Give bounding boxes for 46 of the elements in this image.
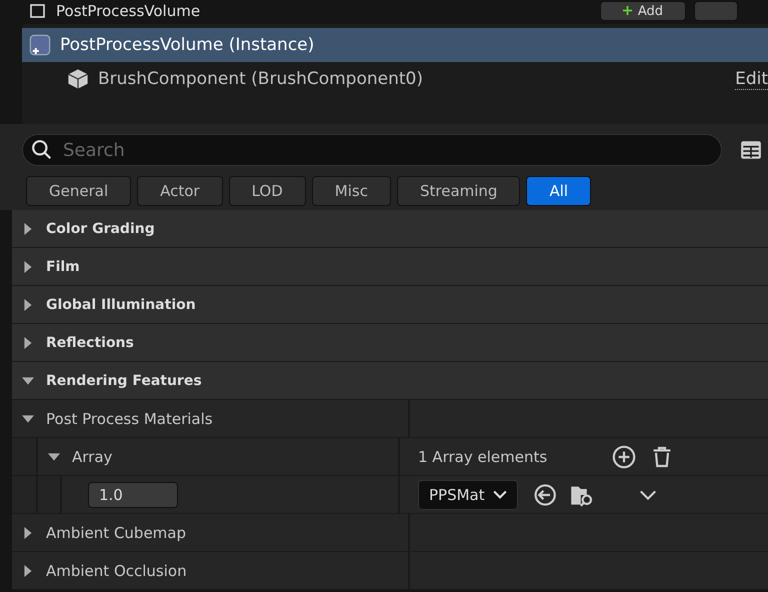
expander-icon[interactable] — [22, 298, 34, 310]
search-field[interactable]: Search — [22, 134, 722, 166]
edit-link[interactable]: Edit — [735, 68, 768, 90]
property-label: Post Process Materials — [46, 410, 213, 428]
category-header[interactable]: Film — [12, 248, 768, 286]
asset-dropdown[interactable]: PPSMat — [418, 480, 518, 510]
expander-icon[interactable] — [48, 450, 60, 462]
category-header[interactable]: Color Grading — [12, 210, 768, 248]
filter-tab[interactable]: All — [526, 176, 592, 206]
expander-icon[interactable] — [22, 526, 34, 538]
cube-icon — [28, 33, 52, 57]
expander-icon[interactable] — [22, 564, 34, 576]
filter-tab[interactable]: Actor — [137, 176, 223, 206]
property-label: Ambient Cubemap — [46, 524, 186, 542]
property-label: Array — [72, 448, 112, 466]
plus-icon — [622, 6, 632, 14]
volume-icon — [30, 3, 46, 19]
filter-tab[interactable]: Streaming — [396, 176, 520, 206]
add-button[interactable]: Add — [600, 1, 686, 21]
filter-tab[interactable]: General — [26, 176, 132, 206]
filter-tab[interactable]: Misc — [312, 176, 391, 206]
category-label: Color Grading — [46, 220, 155, 236]
table-icon[interactable] — [740, 139, 762, 161]
category-header[interactable]: Global Illumination — [12, 286, 768, 324]
use-selected-icon[interactable] — [532, 482, 556, 506]
expander-icon[interactable] — [22, 260, 34, 272]
chevron-down-icon — [492, 490, 507, 500]
component-item[interactable]: BrushComponent (BrushComponent0) Edit — [22, 62, 768, 96]
expander-icon[interactable] — [22, 336, 34, 348]
expander-icon[interactable] — [22, 374, 34, 386]
category-header[interactable]: Rendering Features — [12, 362, 768, 400]
category-label: Film — [46, 258, 80, 274]
category-label: Global Illumination — [46, 296, 196, 312]
expander-icon[interactable] — [22, 222, 34, 234]
panel-title: PostProcessVolume — [56, 2, 200, 20]
weight-field[interactable]: 1.0 — [88, 482, 178, 508]
category-header[interactable]: Reflections — [12, 324, 768, 362]
element-count: 1 Array elements — [418, 448, 548, 466]
filter-tab[interactable]: LOD — [228, 176, 306, 206]
property-label: Ambient Occlusion — [46, 562, 187, 580]
component-item[interactable]: PostProcessVolume (Instance) — [22, 28, 768, 62]
add-icon[interactable] — [612, 444, 636, 468]
cube-icon — [66, 67, 90, 91]
expander-icon[interactable] — [22, 412, 34, 424]
category-label: Reflections — [46, 334, 134, 350]
category-label: Rendering Features — [46, 372, 202, 388]
